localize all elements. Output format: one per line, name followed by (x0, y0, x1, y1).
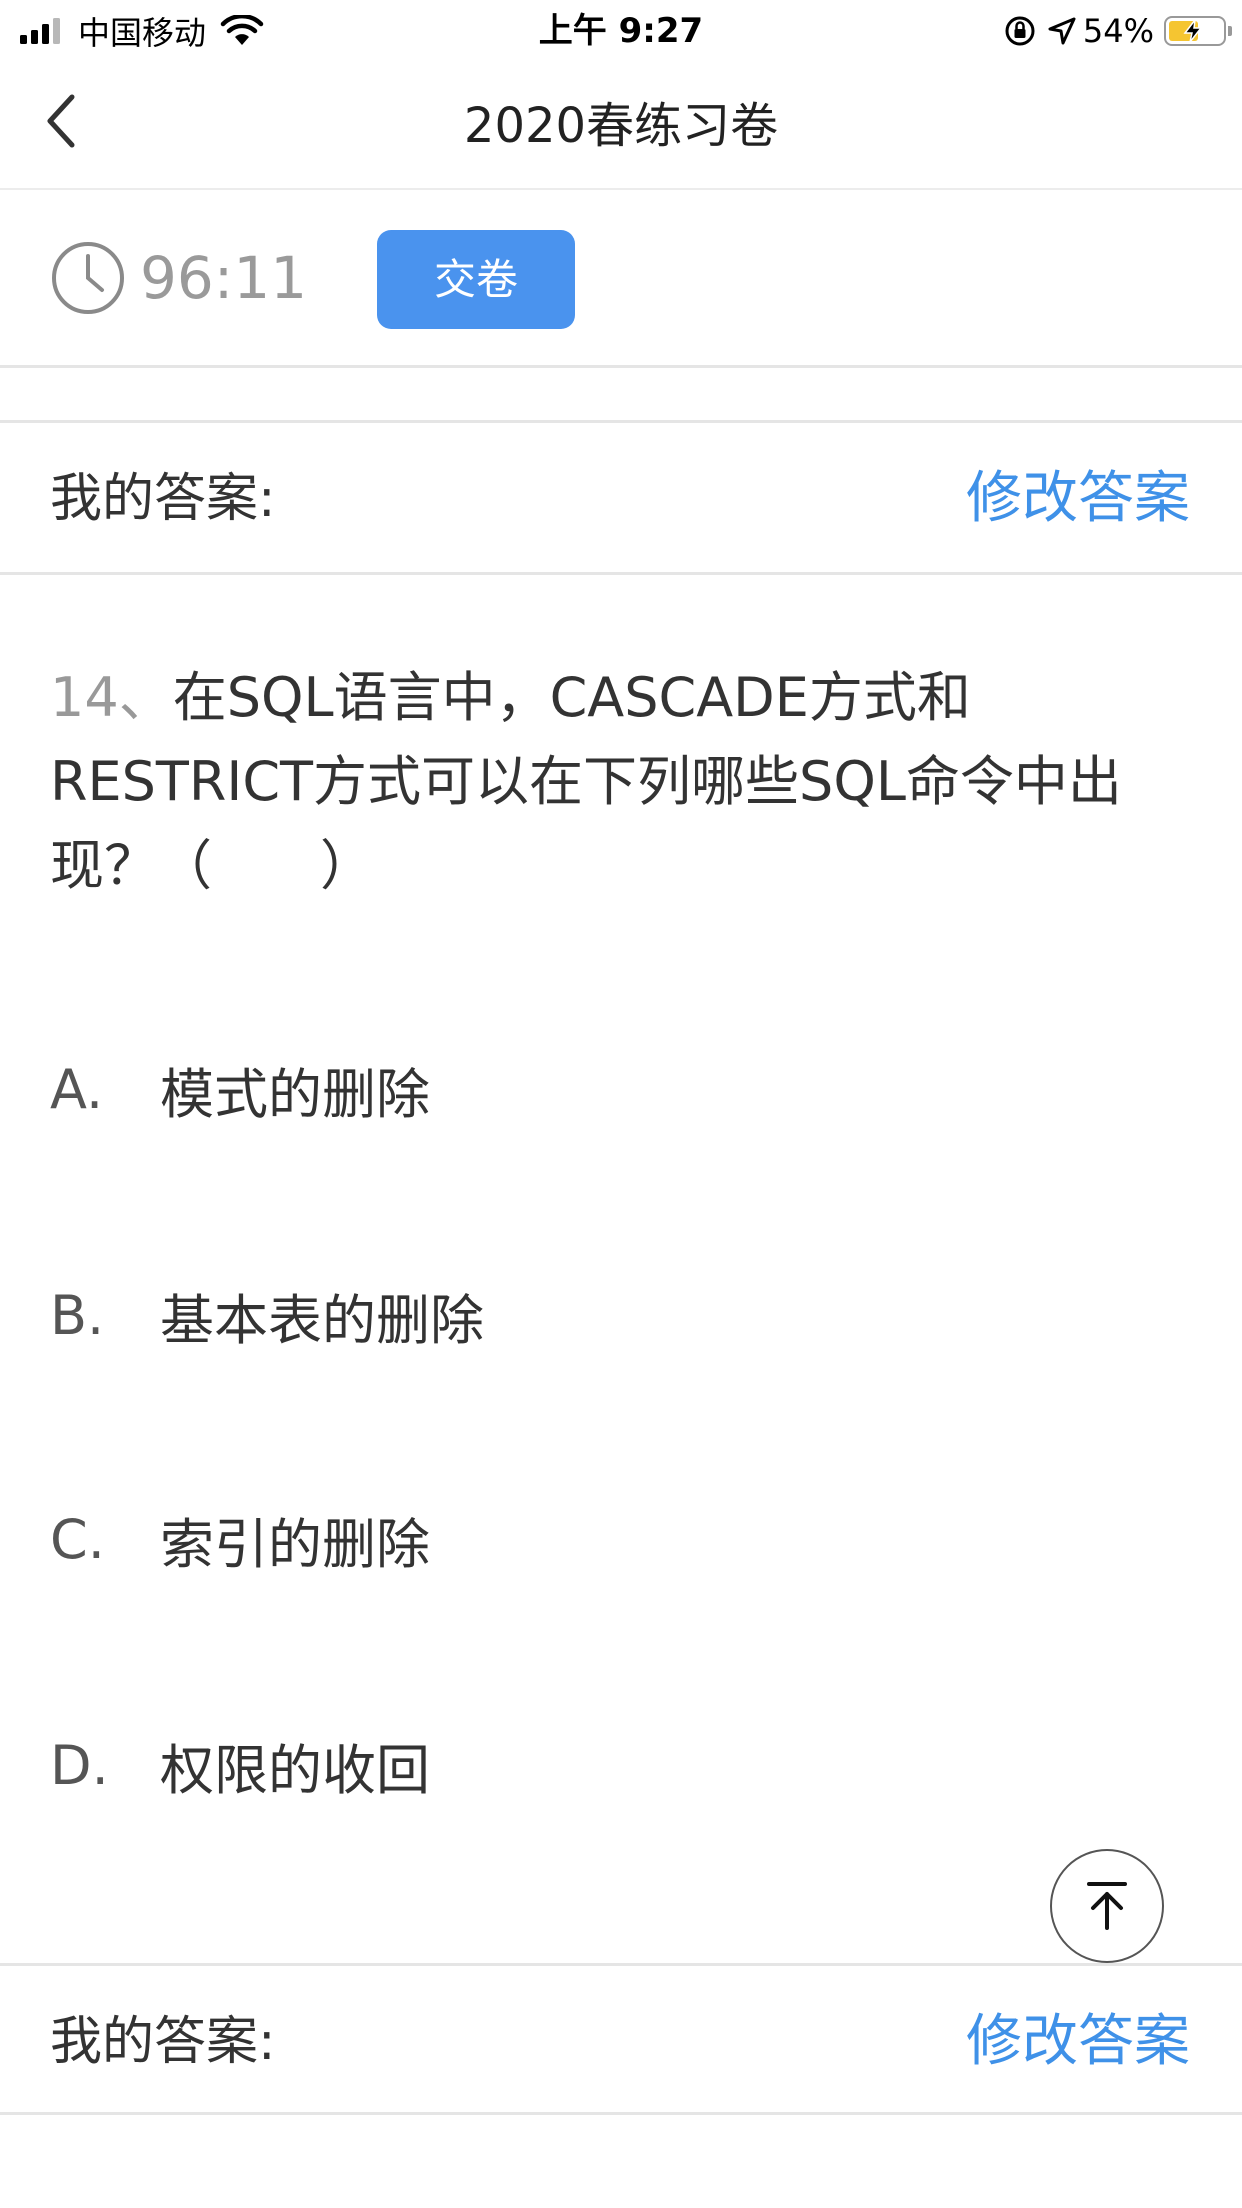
answer-bar-bottom: 我的答案: 修改答案 (0, 1963, 1242, 2115)
option-letter: B. (50, 1283, 105, 1347)
back-to-top-button[interactable] (1050, 1849, 1164, 1963)
status-right: 54% (1003, 10, 1232, 52)
my-answer-label: 我的答案: (50, 2012, 276, 2072)
option-text: 权限的收回 (160, 1738, 430, 1802)
edit-answer-link[interactable]: 修改答案 (966, 423, 1190, 575)
question-body: 在SQL语言中，CASCADE方式和RESTRICT方式可以在下列哪些SQL命令… (50, 666, 1122, 897)
status-bar: 中国移动 上午 9:27 54% (0, 0, 1242, 62)
orientation-lock-icon (1005, 16, 1035, 46)
exam-toolbar: 96:11 交卷 (0, 190, 1242, 368)
clock-icon (52, 242, 124, 314)
submit-exam-button[interactable]: 交卷 (377, 230, 575, 329)
option-d[interactable]: D. 权限的收回 (50, 1720, 1150, 1810)
chevron-left-icon (47, 94, 75, 148)
option-letter: D. (50, 1733, 109, 1797)
battery-percent: 54% (1082, 12, 1154, 50)
battery-icon (1164, 16, 1232, 46)
arrow-up-icon (1087, 1882, 1127, 1930)
location-icon (1048, 17, 1076, 45)
back-button[interactable] (26, 86, 96, 156)
answer-bar-top: 我的答案: 修改答案 (0, 423, 1242, 575)
page-title: 2020春练习卷 (463, 98, 779, 154)
option-a[interactable]: A. 模式的删除 (50, 1044, 1150, 1134)
option-text: 模式的删除 (160, 1062, 430, 1126)
edit-answer-link[interactable]: 修改答案 (966, 1966, 1190, 2118)
option-text: 基本表的删除 (160, 1288, 484, 1352)
option-letter: A. (50, 1057, 104, 1121)
question-number: 14、 (50, 666, 173, 729)
my-answer-label: 我的答案: (50, 469, 276, 529)
question-text: 14、在SQL语言中，CASCADE方式和RESTRICT方式可以在下列哪些SQ… (50, 656, 1200, 908)
option-letter: C. (50, 1507, 105, 1571)
countdown-timer: 96:11 (140, 244, 308, 312)
option-text: 索引的删除 (160, 1512, 430, 1576)
option-b[interactable]: B. 基本表的删除 (50, 1270, 1150, 1360)
option-c[interactable]: C. 索引的删除 (50, 1494, 1150, 1584)
nav-bar: 2020春练习卷 (0, 62, 1242, 190)
